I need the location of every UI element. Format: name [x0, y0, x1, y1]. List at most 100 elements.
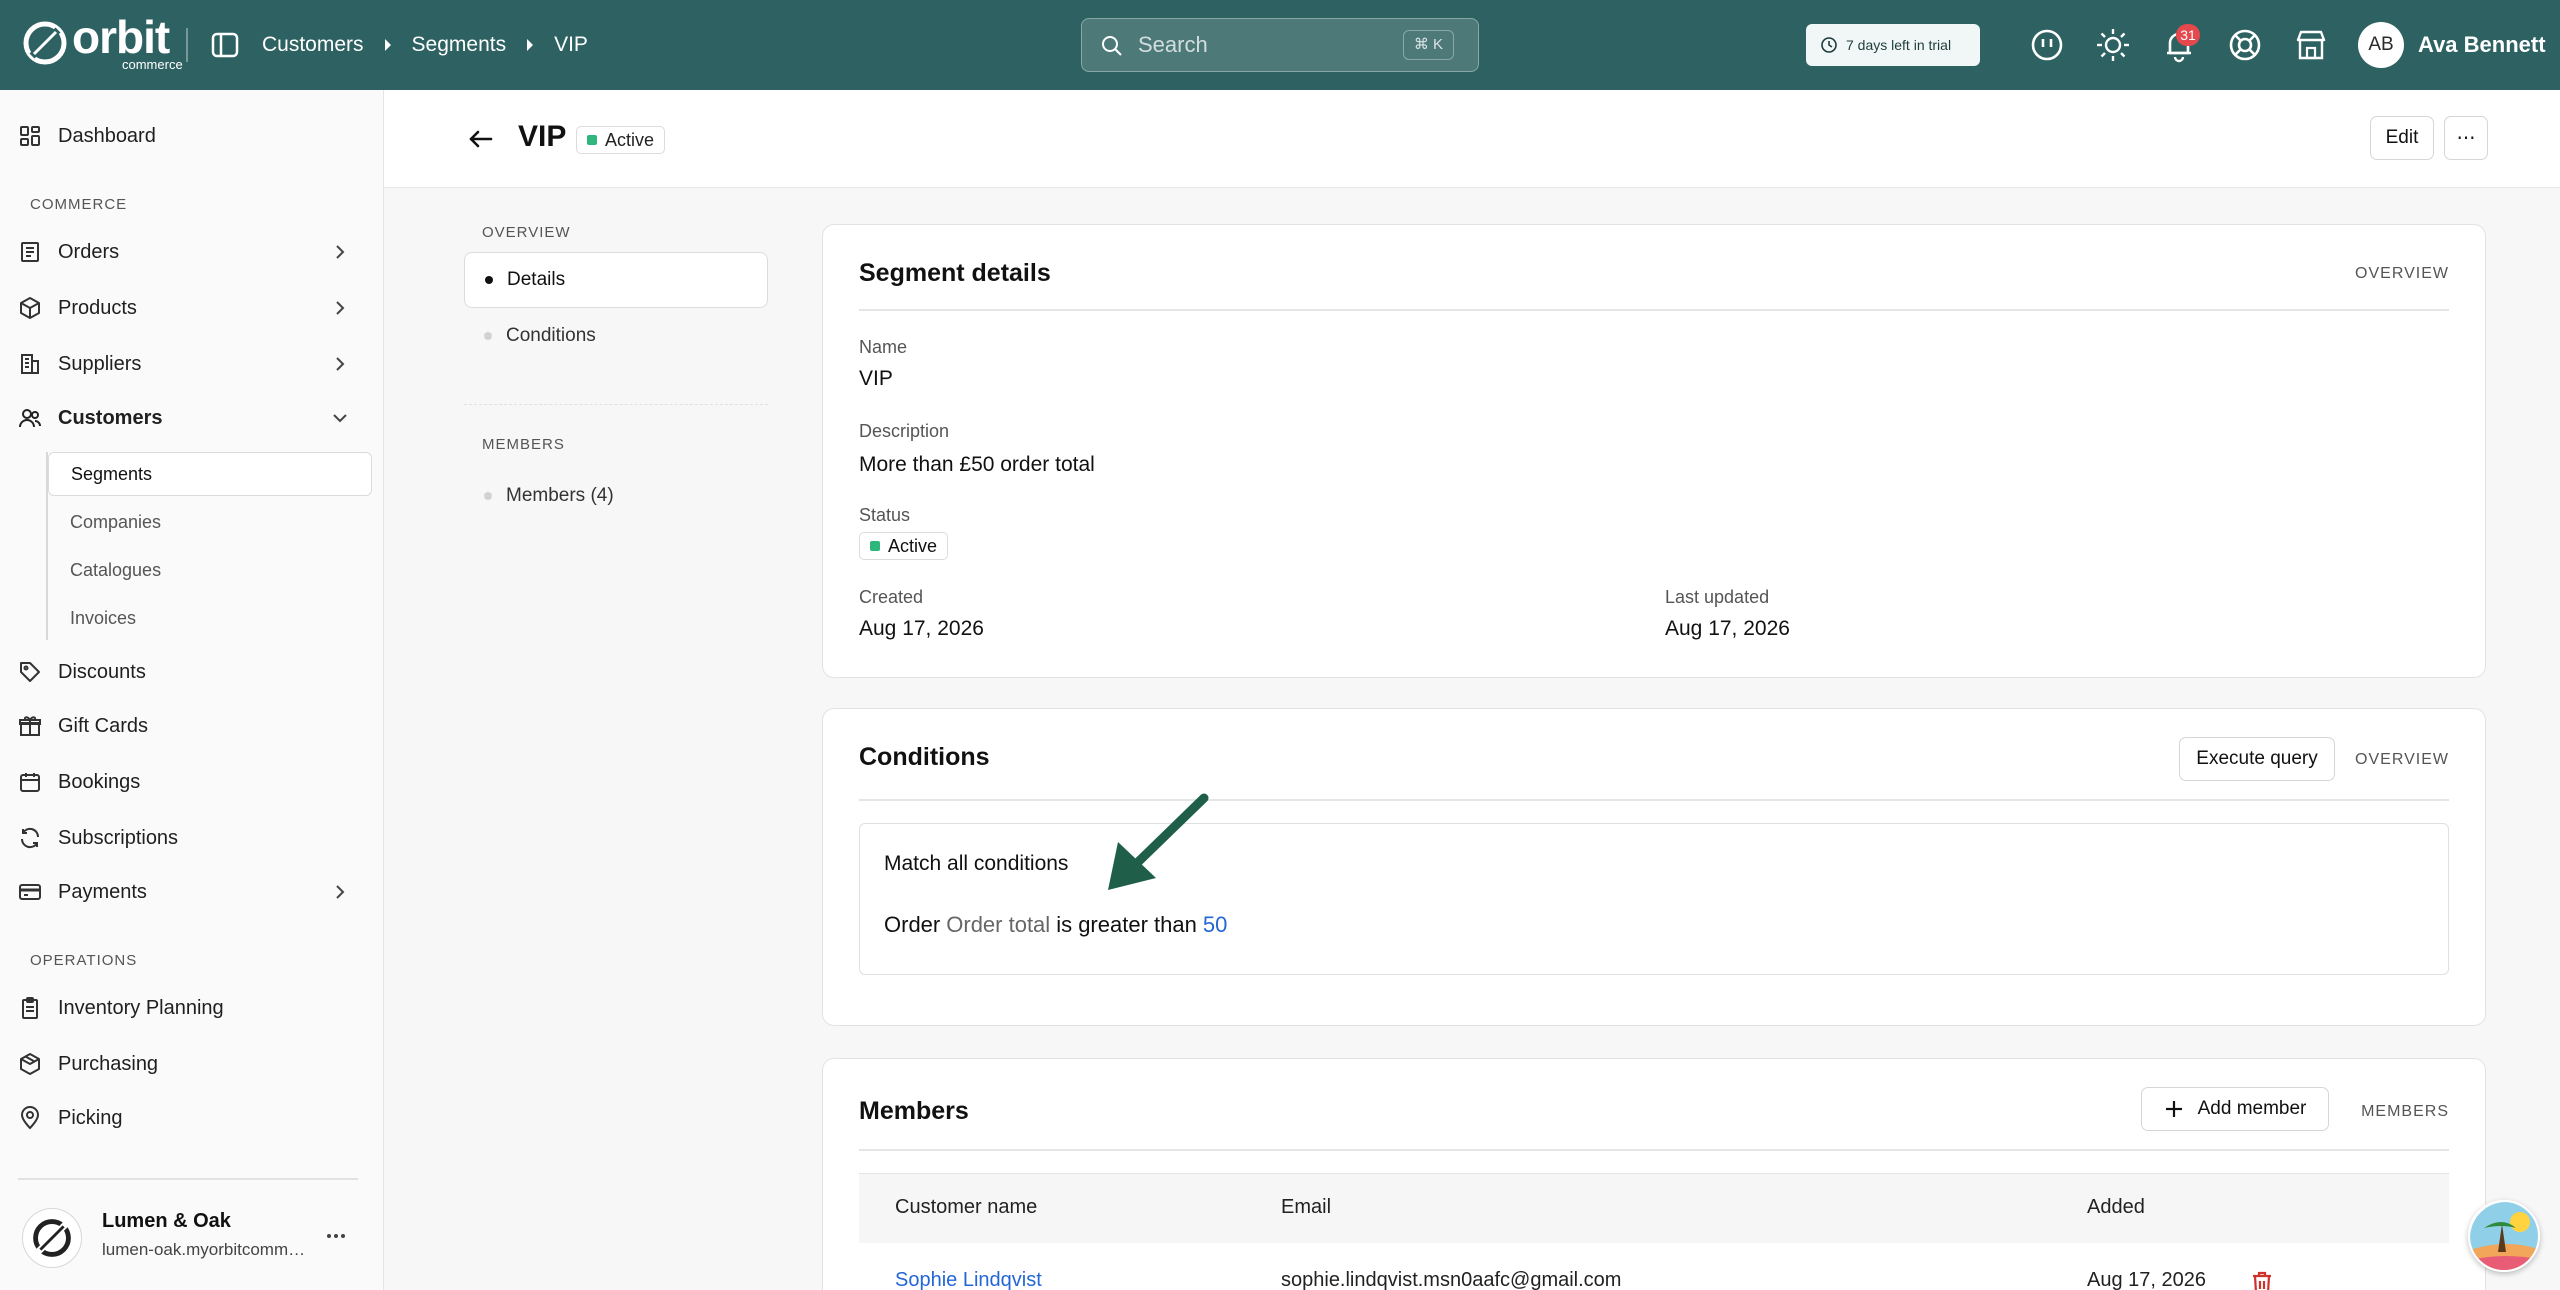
add-member-button[interactable]: Add member: [2141, 1087, 2329, 1131]
sidebar-item-label: Dashboard: [58, 124, 156, 147]
section-nav-heading-members: MEMBERS: [482, 436, 565, 453]
edit-button[interactable]: Edit: [2370, 116, 2434, 160]
sidebar-item-suppliers[interactable]: Suppliers: [18, 340, 368, 388]
sidebar-item-products[interactable]: Products: [18, 284, 368, 332]
help-assistant-button[interactable]: [2468, 1200, 2540, 1272]
sidebar-item-payments[interactable]: Payments: [18, 868, 368, 916]
store-switcher[interactable]: Lumen & Oak lumen-oak.myorbitcommerce.co…: [0, 1178, 384, 1290]
sidebar-item-customers[interactable]: Customers: [18, 394, 368, 442]
status-badge: Active: [859, 532, 949, 560]
sidebar-item-bookings[interactable]: Bookings: [18, 758, 368, 806]
help-lifebuoy-icon[interactable]: [2226, 26, 2264, 64]
sidebar-item-label: Picking: [58, 1106, 123, 1129]
member-email: sophie.lindqvist.msn0aafc@gmail.com: [1281, 1269, 1622, 1290]
column-added[interactable]: Added: [2087, 1196, 2145, 1219]
store-icon[interactable]: [2292, 26, 2330, 64]
calendar-icon: [20, 773, 40, 792]
trash-icon[interactable]: [2251, 1271, 2273, 1290]
plus-icon: [2165, 1101, 2182, 1117]
sidebar: Dashboard COMMERCE Orders Products Suppl…: [0, 90, 384, 1290]
sidebar-item-subscriptions[interactable]: Subscriptions: [18, 814, 368, 862]
feedback-icon[interactable]: [2028, 26, 2066, 64]
chevron-right-icon: [336, 357, 345, 371]
orbit-logo[interactable]: orbit commerce: [22, 14, 183, 72]
more-actions-button[interactable]: ⋯: [2444, 116, 2488, 160]
store-name: Lumen & Oak: [102, 1210, 231, 1232]
breadcrumb-separator-icon: [384, 39, 391, 51]
name-value: VIP: [859, 367, 893, 390]
section-nav-members[interactable]: Members (4): [464, 468, 768, 524]
sidebar-item-gift-cards[interactable]: Gift Cards: [18, 702, 368, 750]
card-title: Segment details: [859, 259, 1051, 287]
segment-details-card: Segment details OVERVIEW Name VIP Descri…: [822, 224, 2486, 678]
clipboard-icon: [22, 997, 38, 1019]
main-content: VIP Active Edit ⋯ OVERVIEW Details Condi…: [384, 90, 2560, 1290]
last-updated-label: Last updated: [1665, 587, 1770, 607]
trial-label: 7 days left in trial: [1846, 37, 1952, 53]
section-nav-label: Conditions: [506, 325, 596, 346]
search-shortcut-hint: ⌘ K: [1402, 30, 1454, 60]
sidebar-item-label: Gift Cards: [58, 714, 149, 737]
sidebar-subitem-catalogues[interactable]: Catalogues: [48, 548, 372, 592]
section-dot: [484, 332, 492, 340]
conditions-group: Match all conditions Order Order total i…: [859, 823, 2449, 975]
breadcrumb-vip: VIP: [554, 33, 588, 56]
name-label: Name: [859, 337, 908, 357]
store-url: lumen-oak.myorbitcommerce.com: [102, 1240, 308, 1259]
search-icon: [1102, 36, 1122, 56]
notification-count-badge: 31: [2176, 24, 2200, 46]
description-value: More than £50 order total: [859, 453, 1095, 476]
clock-icon: [1821, 37, 1837, 53]
card-section-tag: OVERVIEW: [2355, 751, 2449, 768]
sidebar-item-label: Discounts: [58, 660, 146, 683]
section-nav-details[interactable]: Details: [464, 252, 768, 308]
sidebar-toggle-icon[interactable]: [210, 30, 240, 60]
execute-query-button[interactable]: Execute query: [2179, 737, 2335, 781]
orders-icon: [21, 242, 39, 262]
card-icon: [19, 884, 41, 900]
member-name-link[interactable]: Sophie Lindqvist: [895, 1269, 1042, 1290]
theme-sun-icon[interactable]: [2094, 26, 2132, 64]
chevron-right-icon: [336, 885, 345, 899]
sidebar-subitem-segments[interactable]: Segments: [48, 452, 372, 496]
column-email[interactable]: Email: [1281, 1196, 1331, 1219]
tag-icon: [20, 662, 40, 682]
more-horizontal-icon[interactable]: [324, 1224, 348, 1248]
user-name[interactable]: Ava Bennett: [2418, 32, 2546, 58]
column-customer-name[interactable]: Customer name: [895, 1196, 1037, 1219]
condition-row[interactable]: Order Order total is greater than 50: [884, 912, 1227, 938]
search-input[interactable]: [1138, 29, 1368, 61]
breadcrumb-segments[interactable]: Segments: [412, 33, 507, 57]
members-card: Members Add member MEMBERS Customer name…: [822, 1058, 2486, 1290]
avatar[interactable]: AB: [2358, 22, 2404, 68]
sidebar-item-label: Purchasing: [58, 1052, 159, 1075]
sidebar-item-purchasing[interactable]: Purchasing: [18, 1040, 368, 1088]
breadcrumb-customers[interactable]: Customers: [262, 33, 364, 57]
condition-entity: Order: [884, 912, 941, 937]
store-logo: [22, 1208, 82, 1268]
sidebar-item-discounts[interactable]: Discounts: [18, 648, 368, 696]
sidebar-subitem-companies[interactable]: Companies: [48, 500, 372, 544]
card-divider: [859, 309, 2449, 311]
card-divider: [859, 1149, 2449, 1151]
sidebar-item-label: Payments: [58, 880, 147, 903]
sidebar-item-dashboard[interactable]: Dashboard: [18, 112, 368, 160]
card-title: Members: [859, 1097, 969, 1125]
status-dot: [587, 135, 597, 145]
sidebar-item-orders[interactable]: Orders: [18, 228, 368, 276]
sidebar-item-label: Suppliers: [58, 352, 142, 375]
location-pin-icon: [20, 1106, 40, 1130]
section-nav-conditions[interactable]: Conditions: [464, 308, 768, 364]
trial-badge[interactable]: 7 days left in trial: [1806, 24, 1980, 66]
section-dot: [484, 492, 492, 500]
section-nav-label: Details: [507, 269, 566, 290]
sidebar-subitem-invoices[interactable]: Invoices: [48, 596, 372, 640]
sidebar-item-label: Products: [58, 296, 137, 319]
top-bar: orbit commerce Customers Segments VIP ⌘ …: [0, 0, 2560, 90]
created-label: Created: [859, 587, 924, 607]
search-bar[interactable]: ⌘ K: [1081, 18, 1479, 72]
sidebar-item-picking[interactable]: Picking: [18, 1094, 368, 1142]
card-divider: [859, 799, 2449, 801]
sidebar-item-inventory-planning[interactable]: Inventory Planning: [18, 984, 368, 1032]
back-arrow-icon[interactable]: [466, 124, 496, 154]
